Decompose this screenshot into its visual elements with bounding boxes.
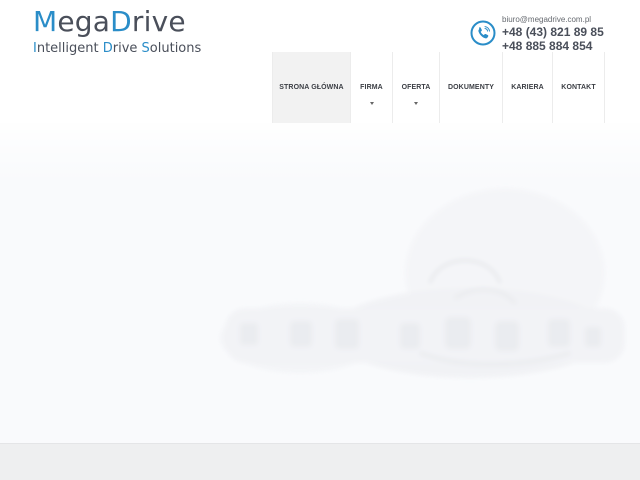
nav-item-label: DOKUMENTY xyxy=(447,84,494,91)
nav-item-kontakt[interactable]: KONTAKT xyxy=(553,52,605,123)
caret-down-icon xyxy=(414,102,418,105)
phone-number-2[interactable]: +48 885 884 854 xyxy=(502,39,604,53)
site-header: MegaDrive Intelligent Drive Solutions bi… xyxy=(0,0,640,123)
footer-strip xyxy=(0,443,640,480)
contact-block: biuro@megadrive.com.pl +48 (43) 821 89 8… xyxy=(470,15,635,55)
nav-item-label: OFERTA xyxy=(401,84,431,91)
hero-background-image xyxy=(0,123,640,378)
logo-tagline: Intelligent Drive Solutions xyxy=(33,41,202,56)
main-nav: STRONA GŁÓWNA FIRMA OFERTA DOKUMENTY KAR… xyxy=(272,52,605,123)
nav-item-kariera[interactable]: KARIERA xyxy=(503,52,553,123)
logo[interactable]: MegaDrive Intelligent Drive Solutions xyxy=(33,6,201,57)
hero-banner xyxy=(0,123,640,443)
nav-item-label: STRONA GŁÓWNA xyxy=(279,84,344,91)
email-link[interactable]: biuro@megadrive.com.pl xyxy=(502,15,604,25)
phone-number-1[interactable]: +48 (43) 821 89 85 xyxy=(502,25,604,39)
logo-wordmark: MegaDrive xyxy=(33,5,186,38)
nav-item-label: KONTAKT xyxy=(561,84,596,91)
page: MegaDrive Intelligent Drive Solutions bi… xyxy=(0,0,640,480)
nav-item-oferta[interactable]: OFERTA xyxy=(393,52,440,123)
phone-icon[interactable] xyxy=(470,20,496,46)
nav-item-label: FIRMA xyxy=(360,84,383,91)
nav-item-strona-glowna[interactable]: STRONA GŁÓWNA xyxy=(272,52,351,123)
nav-item-label: KARIERA xyxy=(511,84,544,91)
caret-down-icon xyxy=(369,102,374,105)
nav-item-dokumenty[interactable]: DOKUMENTY xyxy=(440,52,503,123)
contact-text: biuro@megadrive.com.pl +48 (43) 821 89 8… xyxy=(502,15,604,53)
nav-item-firma[interactable]: FIRMA xyxy=(351,52,393,123)
